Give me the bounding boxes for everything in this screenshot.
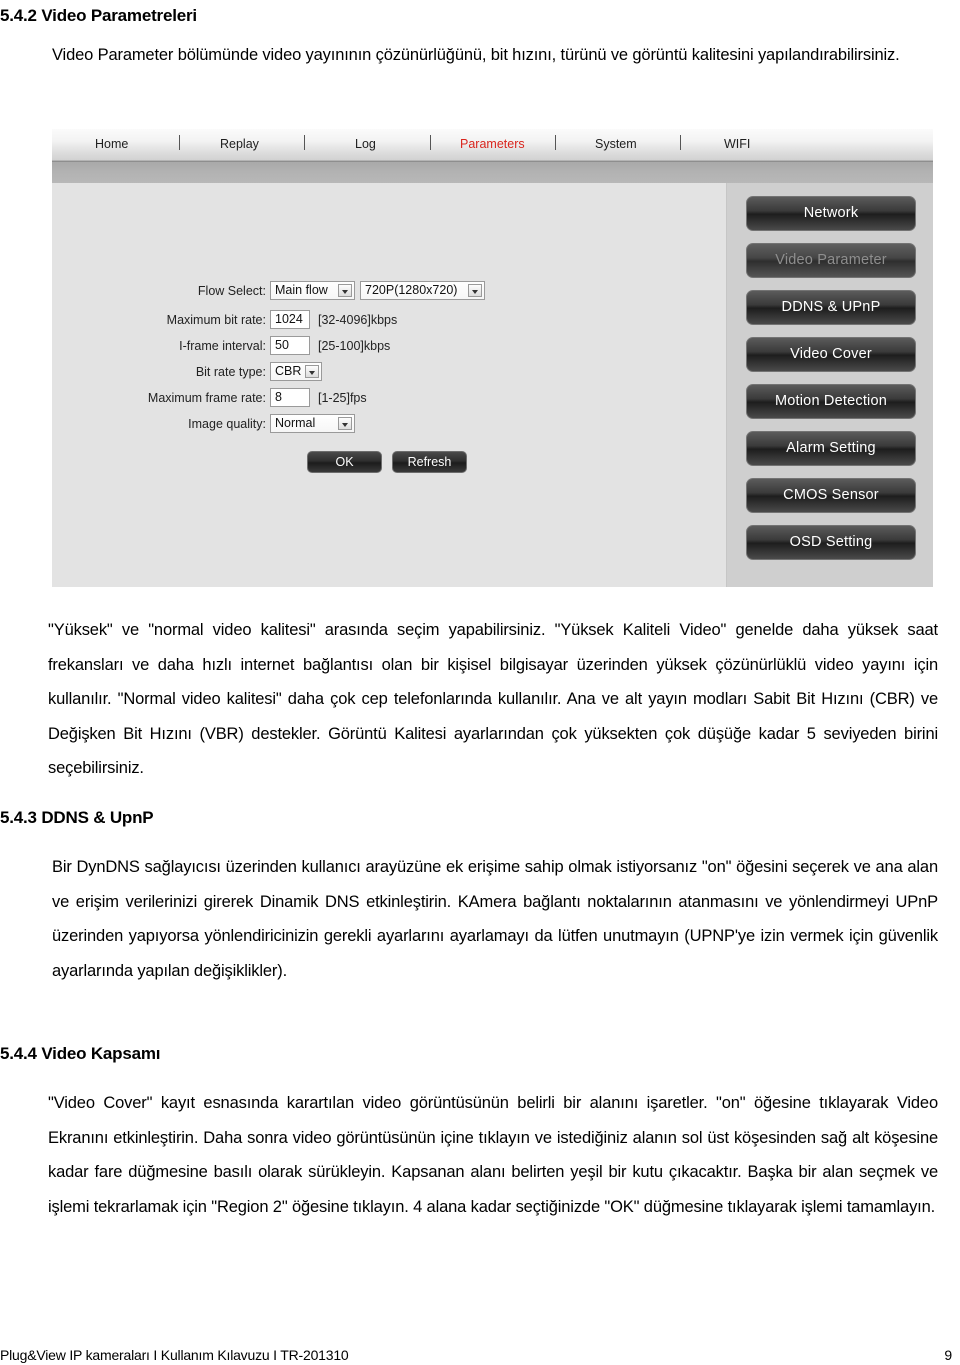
side-button-network[interactable]: Network [746,196,916,231]
flow-select-label: Flow Select: [197,284,266,298]
max-framerate-value: 8 [275,390,282,404]
section-543-body-text: Bir DynDNS sağlayıcısı üzerinden kullanı… [52,858,938,980]
body-paragraph-1: "Yüksek" ve "normal video kalitesi" aras… [48,613,938,786]
ok-button[interactable]: OK [307,451,382,473]
section-heading-543: 5.4.3 DDNS & UpnP [0,808,154,827]
side-button-motion-detection[interactable]: Motion Detection [746,384,916,419]
side-button-video-cover[interactable]: Video Cover [746,337,916,372]
iframe-interval-hint: [25-100]kbps [318,339,391,353]
iframe-interval-value: 50 [275,338,289,352]
side-button-ddns-upnp[interactable]: DDNS & UPnP [746,290,916,325]
form-row-max-bitrate: Maximum bit rate: 1024 [32-4096]kbps [52,310,692,332]
resolution-value: 720P(1280x720) [365,283,458,297]
form-row-image-quality: Image quality: Normal [52,414,692,436]
section-heading-544: 5.4.4 Video Kapsamı [0,1044,161,1063]
body-paragraph-1-text: "Yüksek" ve "normal video kalitesi" aras… [48,621,938,777]
side-button-osd-setting[interactable]: OSD Setting [746,525,916,560]
refresh-button[interactable]: Refresh [392,451,467,473]
chevron-down-icon[interactable] [468,284,482,297]
form-row-bitrate-type: Bit rate type: CBR [52,362,692,384]
nav-separator-2 [304,135,305,150]
side-button-alarm-setting[interactable]: Alarm Setting [746,431,916,466]
max-bitrate-input[interactable]: 1024 [270,310,310,329]
section-542-intro-text: Video Parameter bölümünde video yayınını… [52,46,900,64]
app-navbar: Home Replay Log Parameters System WIFI [52,129,933,161]
image-quality-value: Normal [275,416,316,430]
footer-page-number: 9 [944,1347,952,1363]
section-543-body: Bir DynDNS sağlayıcısı üzerinden kullanı… [52,850,938,988]
nav-item-system[interactable]: System [595,137,637,151]
image-quality-dropdown[interactable]: Normal [270,414,355,433]
iframe-interval-label: I-frame interval: [179,339,266,353]
app-side-panel: Network Video Parameter DDNS & UPnP Vide… [726,183,933,587]
app-subheader-band [52,161,933,184]
section-544-body: "Video Cover" kayıt esnasında karartılan… [48,1086,938,1224]
nav-item-replay[interactable]: Replay [220,137,259,151]
nav-item-parameters[interactable]: Parameters [460,137,525,151]
max-framerate-label: Maximum frame rate: [147,391,266,405]
max-bitrate-hint: [32-4096]kbps [318,313,398,327]
form-row-iframe-interval: I-frame interval: 50 [25-100]kbps [52,336,692,358]
max-framerate-input[interactable]: 8 [270,388,310,407]
bitrate-type-value: CBR [275,364,302,378]
max-framerate-hint: [1-25]fps [318,391,367,405]
flow-select-value: Main flow [275,283,328,297]
section-heading-542: 5.4.2 Video Parametreleri [0,6,197,25]
nav-separator-5 [680,135,681,150]
chevron-down-icon[interactable] [305,365,319,378]
bitrate-type-dropdown[interactable]: CBR [270,362,322,381]
form-row-flow-select: Flow Select: Main flow 720P(1280x720) [52,281,692,303]
side-button-video-parameter[interactable]: Video Parameter [746,243,916,278]
nav-item-wifi[interactable]: WIFI [724,137,750,151]
form-row-max-framerate: Maximum frame rate: 8 [1-25]fps [52,388,692,410]
resolution-dropdown[interactable]: 720P(1280x720) [360,281,485,300]
image-quality-label: Image quality: [188,417,266,431]
chevron-down-icon[interactable] [338,417,352,430]
section-544-body-text: "Video Cover" kayıt esnasında karartılan… [48,1094,938,1216]
document-page: 5.4.2 Video Parametreleri Video Paramete… [0,0,960,1365]
nav-item-log[interactable]: Log [355,137,376,151]
side-button-cmos-sensor[interactable]: CMOS Sensor [746,478,916,513]
section-542-intro: Video Parameter bölümünde video yayınını… [52,38,936,73]
embedded-app-screenshot: Home Replay Log Parameters System WIFI F… [52,129,933,587]
nav-separator-4 [555,135,556,150]
bitrate-type-label: Bit rate type: [195,365,266,379]
footer-manual-title: Plug&View IP kameraları I Kullanım Kılav… [0,1347,349,1363]
flow-select-dropdown[interactable]: Main flow [270,281,355,300]
nav-separator-1 [179,135,180,150]
max-bitrate-label: Maximum bit rate: [166,313,266,327]
chevron-down-icon[interactable] [338,284,352,297]
max-bitrate-value: 1024 [275,312,303,326]
nav-item-home[interactable]: Home [95,137,128,151]
iframe-interval-input[interactable]: 50 [270,336,310,355]
nav-separator-3 [430,135,431,150]
